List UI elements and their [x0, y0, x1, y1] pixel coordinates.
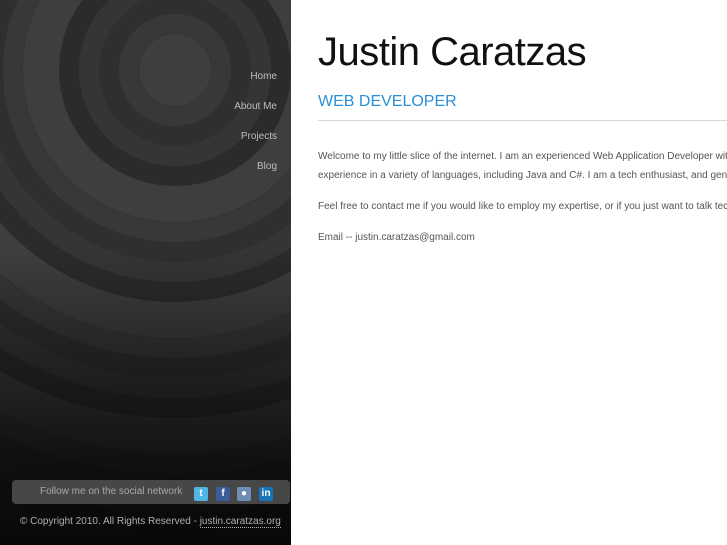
- sidebar: Home About Me Projects Blog Follow me on…: [0, 0, 291, 545]
- twitter-icon[interactable]: t: [194, 487, 208, 501]
- page-title: Justin Caratzas: [318, 30, 587, 74]
- intro-line-1: Welcome to my little slice of the intern…: [318, 151, 727, 162]
- subtitle: WEB DEVELOPER: [318, 93, 457, 110]
- nav-projects[interactable]: Projects: [234, 130, 277, 160]
- site-link[interactable]: justin.caratzas.org: [199, 516, 281, 528]
- nav-blog[interactable]: Blog: [234, 160, 277, 190]
- linkedin-icon[interactable]: in: [259, 487, 273, 501]
- nav-about-me[interactable]: About Me: [234, 100, 277, 130]
- nav-home[interactable]: Home: [234, 70, 277, 100]
- email-text: Email -- justin.caratzas@gmail.com: [318, 232, 475, 243]
- main-nav: Home About Me Projects Blog: [234, 70, 277, 190]
- facebook-icon[interactable]: f: [216, 487, 230, 501]
- social-bar: Follow me on the social network t f ● in: [12, 480, 290, 504]
- intro-line-2: experience in a variety of languages, in…: [318, 170, 727, 181]
- reddit-icon[interactable]: ●: [237, 487, 251, 501]
- copyright: © Copyright 2010. All Rights Reserved - …: [20, 516, 281, 528]
- main-content: Justin Caratzas WEB DEVELOPER Welcome to…: [318, 0, 727, 545]
- social-label: Follow me on the social network: [40, 486, 183, 497]
- divider: [318, 120, 727, 121]
- contact-text: Feel free to contact me if you would lik…: [318, 201, 727, 212]
- copyright-text: © Copyright 2010. All Rights Reserved -: [20, 516, 200, 527]
